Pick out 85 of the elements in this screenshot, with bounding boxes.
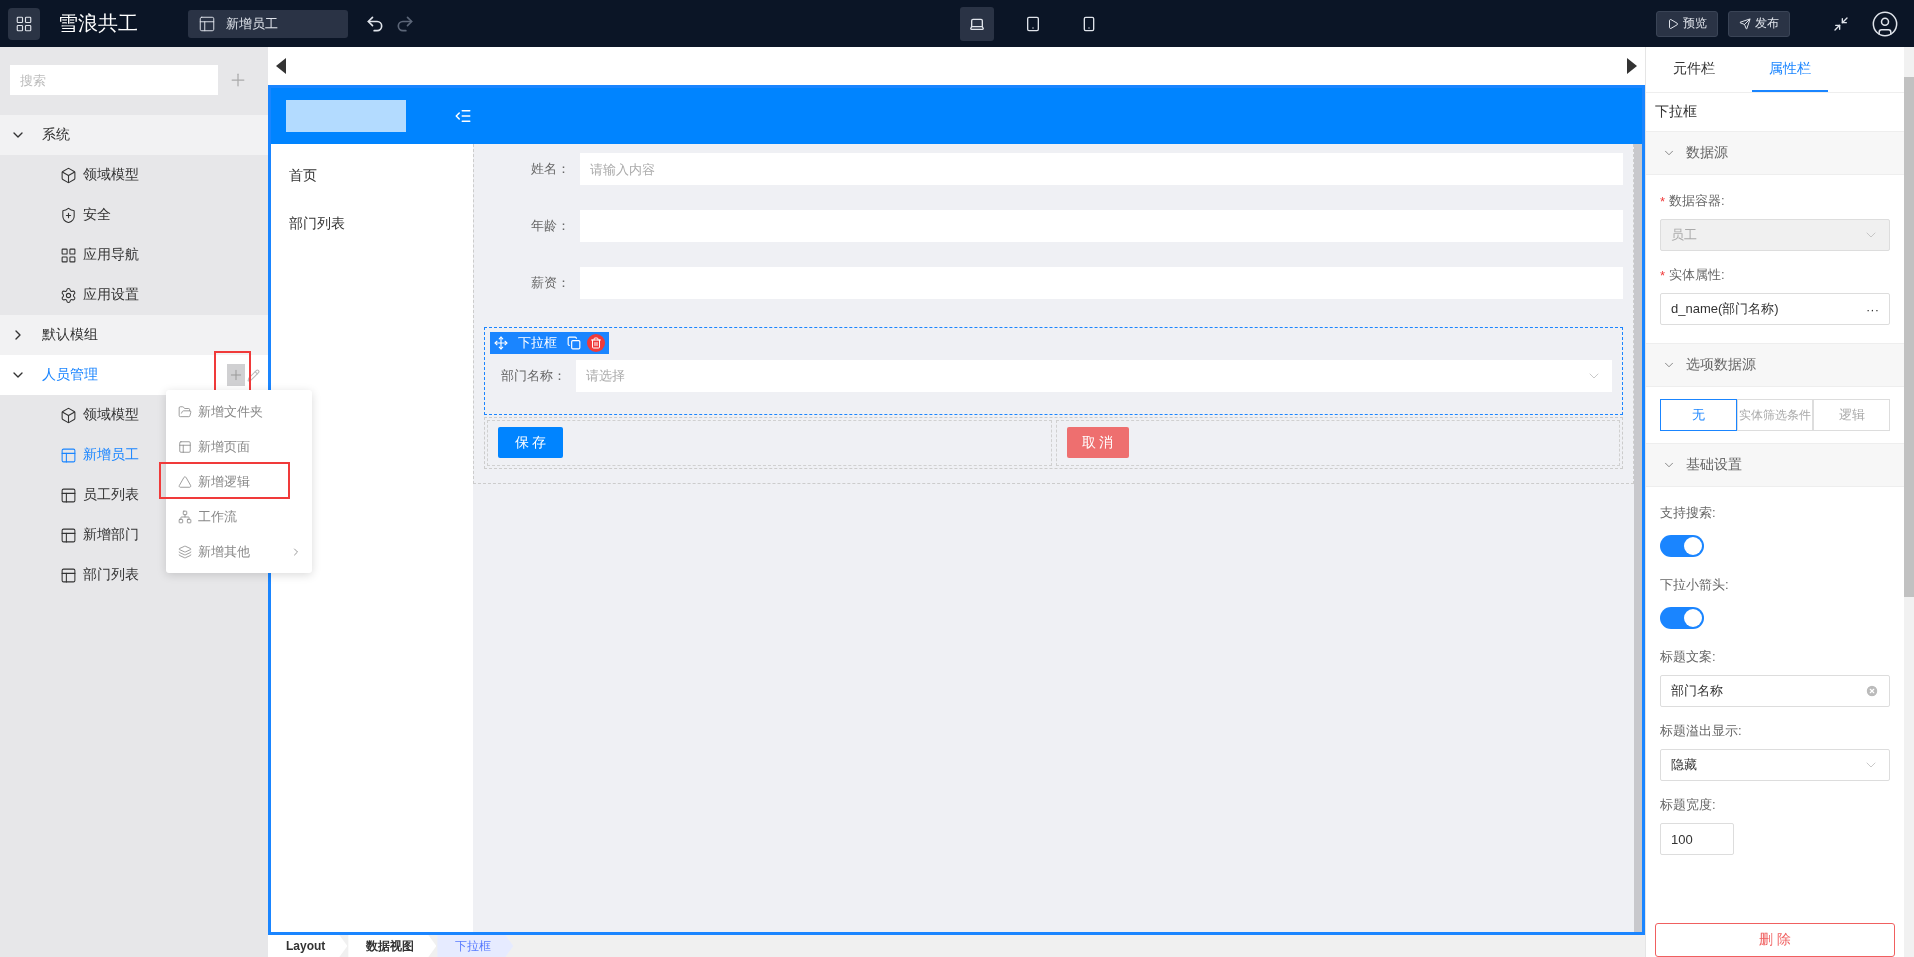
field-label: 标题文案: xyxy=(1660,648,1716,666)
page-icon xyxy=(60,526,77,544)
nav-item[interactable]: 首页 xyxy=(271,152,473,200)
phone-icon xyxy=(1081,15,1097,32)
toggle-switch[interactable] xyxy=(1660,535,1704,557)
edit-icon[interactable] xyxy=(247,368,260,382)
page-icon xyxy=(60,566,77,584)
triangle-icon xyxy=(178,474,192,489)
segment-button[interactable]: 无 xyxy=(1660,399,1737,431)
page-icon xyxy=(60,486,77,504)
tree-item[interactable]: 领域模型 xyxy=(0,155,268,195)
field-label: 下拉小箭头: xyxy=(1660,576,1729,594)
grid-icon xyxy=(15,14,33,33)
folder-icon xyxy=(178,404,192,419)
publish-button[interactable]: 发布 xyxy=(1728,10,1790,37)
app-title: 雪浪共工 xyxy=(58,11,139,36)
field-label: 数据容器: xyxy=(1669,192,1725,210)
shrink-icon xyxy=(1833,15,1849,32)
page-icon xyxy=(198,14,216,33)
breadcrumb-item[interactable]: Layout xyxy=(268,935,348,957)
tree-group[interactable]: 默认模组 xyxy=(0,315,268,355)
apps-button[interactable] xyxy=(8,7,40,40)
field-label: 标题溢出显示: xyxy=(1660,722,1742,740)
menu-item[interactable]: 新增页面 xyxy=(166,429,312,464)
menu-item[interactable]: 新增逻辑 xyxy=(166,464,312,499)
layers-icon xyxy=(178,544,192,559)
redo-icon xyxy=(395,13,415,34)
copy-icon[interactable] xyxy=(567,336,581,350)
panel-tab[interactable]: 属性栏 xyxy=(1752,47,1828,92)
section-header[interactable]: 数据源 xyxy=(1646,131,1904,175)
gear-icon xyxy=(60,286,77,304)
text-field[interactable]: 部门名称 xyxy=(1660,675,1890,707)
number-field[interactable]: 100 xyxy=(1660,823,1734,855)
page-icon xyxy=(60,446,77,464)
save-button[interactable]: 保 存 xyxy=(498,427,563,458)
field-label: 部门名称： xyxy=(500,367,566,385)
input-field[interactable]: 请输入内容 xyxy=(580,153,1623,185)
panel-title: 下拉框 xyxy=(1654,102,1698,121)
toggle-switch[interactable] xyxy=(1660,607,1704,629)
field-label: 支持搜索: xyxy=(1660,504,1716,522)
menu-icon[interactable] xyxy=(454,107,472,125)
delete-button[interactable] xyxy=(587,334,605,352)
tree-group[interactable]: 系统 xyxy=(0,115,268,155)
picker-field[interactable]: d_name(部门名称) ··· xyxy=(1660,293,1890,325)
select-field[interactable]: 隐藏 xyxy=(1660,749,1890,781)
move-icon[interactable] xyxy=(494,336,508,350)
section-header[interactable]: 选项数据源 xyxy=(1646,343,1904,387)
menu-item[interactable]: 工作流 xyxy=(166,499,312,534)
menu-item[interactable]: 新增文件夹 xyxy=(166,394,312,429)
page-tab[interactable]: 新增员工 xyxy=(188,9,348,38)
cube-icon xyxy=(60,406,77,424)
plus-icon xyxy=(228,367,244,383)
play-icon xyxy=(1667,17,1679,30)
tree-item[interactable]: 应用设置 xyxy=(0,275,268,315)
field-label: 年龄： xyxy=(530,217,570,235)
right-arrow-icon[interactable] xyxy=(1627,58,1637,74)
desktop-view-button[interactable] xyxy=(960,6,994,41)
flow-icon xyxy=(178,509,192,524)
page-icon xyxy=(178,439,192,454)
preview-button[interactable]: 预览 xyxy=(1656,10,1718,37)
field-label: 姓名： xyxy=(530,160,570,178)
panel-tab[interactable]: 元件栏 xyxy=(1656,47,1732,92)
field-label: 实体属性: xyxy=(1669,266,1725,284)
required-mark: * xyxy=(1660,267,1666,283)
cube-icon xyxy=(60,166,77,184)
more-button[interactable]: ··· xyxy=(1866,301,1879,317)
search-field[interactable]: 搜索 xyxy=(10,65,218,95)
shield-icon xyxy=(60,206,77,224)
grid-icon xyxy=(60,246,77,264)
tree-item[interactable]: 安全 xyxy=(0,195,268,235)
section-header[interactable]: 基础设置 xyxy=(1646,443,1904,487)
required-mark: * xyxy=(1660,193,1666,209)
tablet-icon xyxy=(1025,15,1041,32)
breadcrumb-item[interactable]: 数据视图 xyxy=(348,935,437,957)
nav-item[interactable]: 部门列表 xyxy=(271,200,473,248)
field-label: 薪资： xyxy=(530,274,570,292)
user-icon xyxy=(1871,9,1899,38)
field-label: 标题宽度: xyxy=(1660,796,1716,814)
component-name: 下拉框 xyxy=(517,334,558,352)
tree-item[interactable]: 应用导航 xyxy=(0,235,268,275)
left-arrow-icon[interactable] xyxy=(276,58,286,74)
trash-icon xyxy=(590,337,602,349)
send-icon xyxy=(1739,17,1751,30)
menu-item[interactable]: 新增其他 xyxy=(166,534,312,569)
undo-icon xyxy=(365,13,385,34)
